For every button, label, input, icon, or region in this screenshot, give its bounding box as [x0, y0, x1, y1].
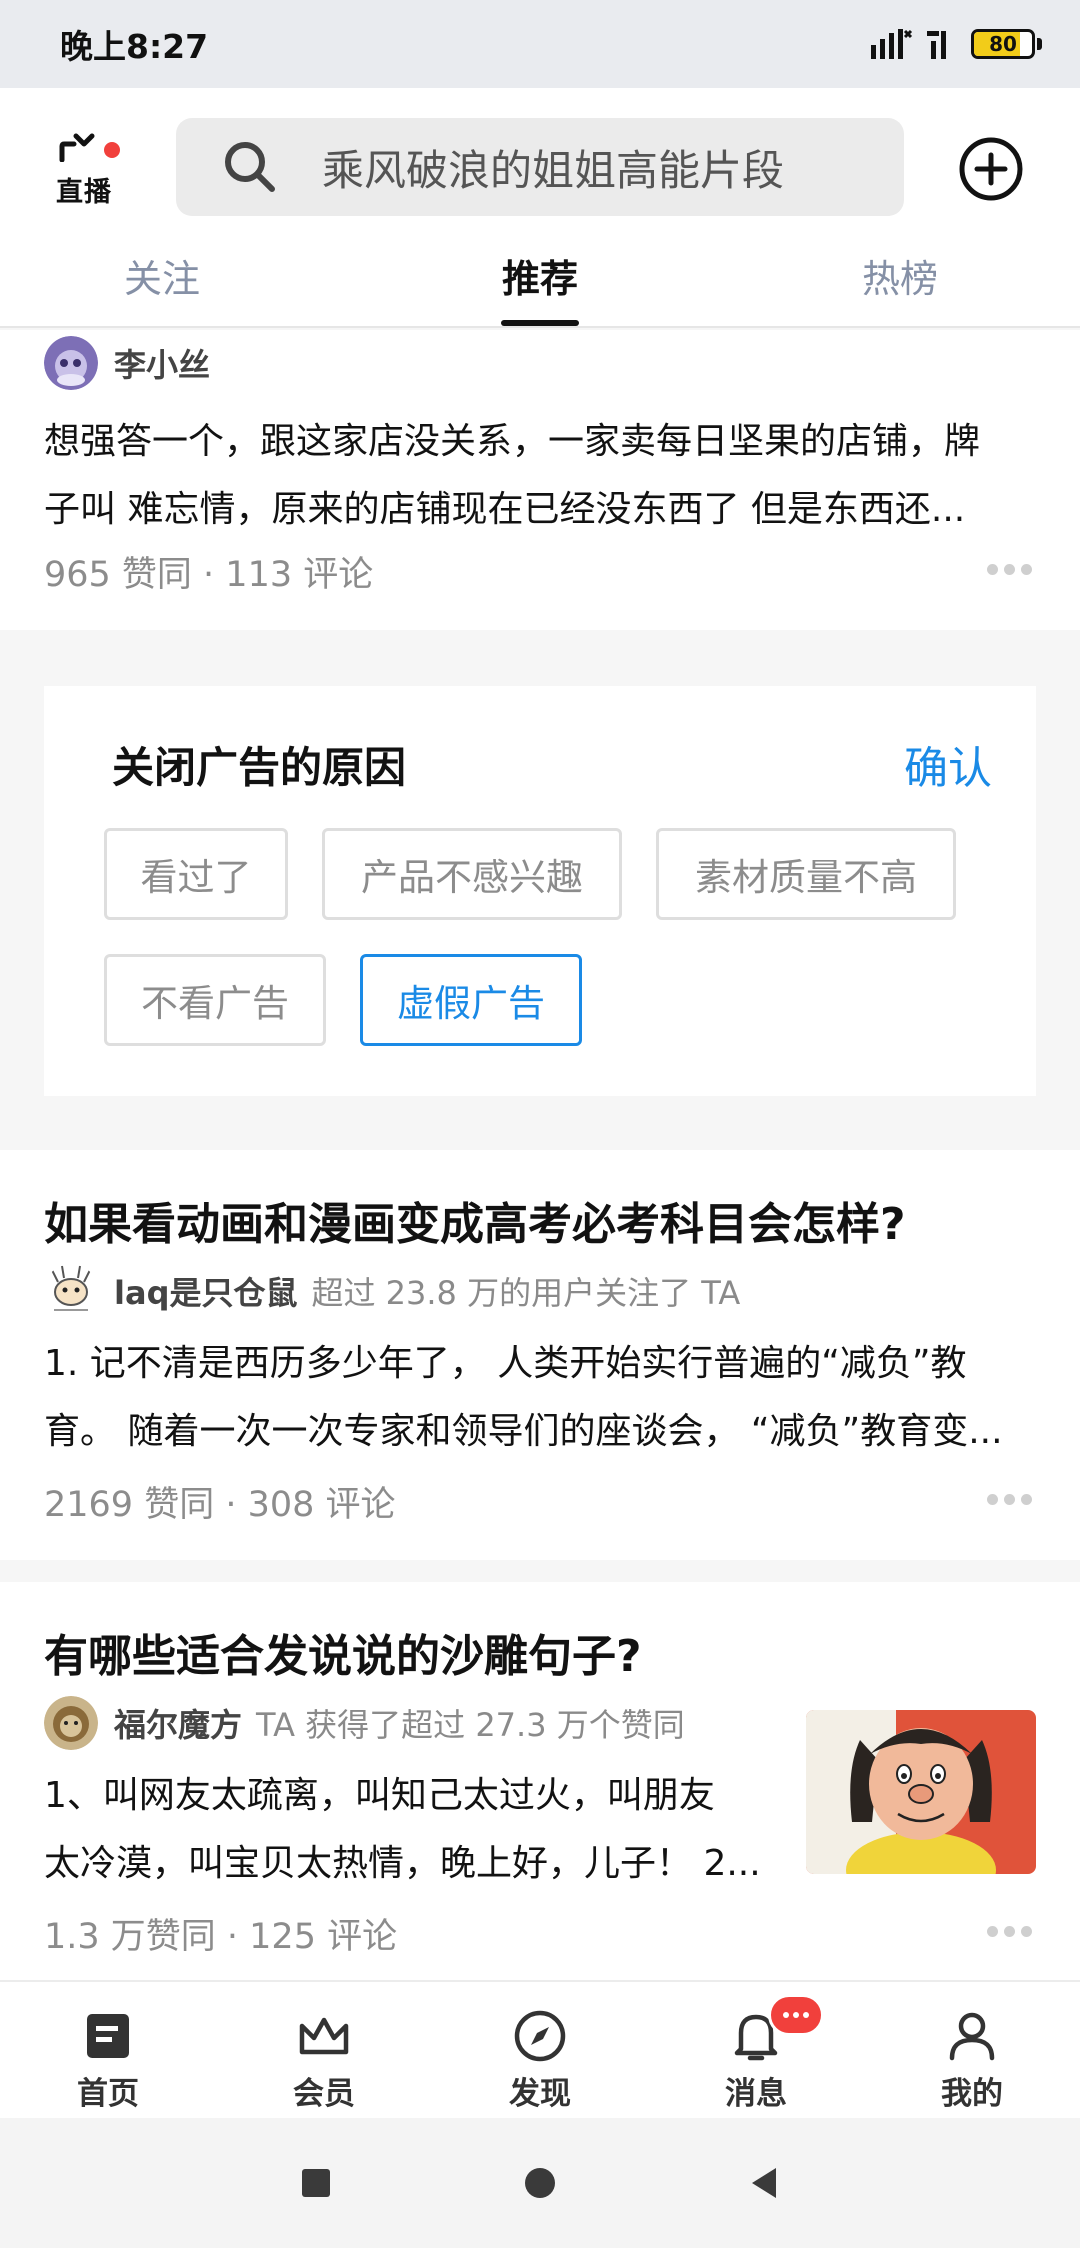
answer-stats: 2169 赞同 · 308 评论 — [44, 1485, 396, 1525]
bottom-navigation: 首页 会员 发现 消息 我的 — [0, 1980, 1080, 2118]
home-doc-icon — [85, 2008, 131, 2064]
feed-card-answer-3[interactable]: 有哪些适合发说说的沙雕句子? 福尔魔方 TA 获得了超过 27.3 万个赞同 1… — [0, 1582, 1080, 1980]
live-button[interactable]: 直播 — [52, 132, 128, 212]
reason-false-ad[interactable]: 虚假广告 — [360, 954, 582, 1046]
reason-low-quality[interactable]: 素材质量不高 — [656, 828, 956, 920]
nav-messages[interactable]: 消息 — [676, 1982, 836, 2120]
back-button[interactable] — [714, 2118, 814, 2248]
avatar[interactable] — [44, 1696, 98, 1750]
author-meta: 超过 23.8 万的用户关注了 TA — [311, 1274, 741, 1312]
plus-circle-icon — [959, 137, 1023, 201]
excerpt-line-2: 子叫 难忘情，原来的店铺现在已经没东西了 但是东西还... — [44, 489, 966, 530]
top-header: 直播 乘风破浪的姐姐高能片段 关注 推荐 热榜 — [0, 88, 1080, 328]
nav-profile-label: 我的 — [941, 2076, 1003, 2112]
nav-messages-label: 消息 — [725, 2076, 787, 2112]
tab-hot-list[interactable]: 热榜 — [800, 238, 1000, 328]
live-dot — [104, 142, 120, 158]
nav-membership-label: 会员 — [293, 2076, 355, 2112]
nav-discover[interactable]: 发现 — [460, 1982, 620, 2120]
author-row[interactable]: laq是只仓鼠 超过 23.8 万的用户关注了 TA — [44, 1264, 740, 1318]
more-options-icon[interactable] — [987, 1494, 1032, 1505]
system-navigation-bar — [0, 2118, 1080, 2248]
live-label: 直播 — [56, 177, 112, 208]
answer-thumbnail[interactable] — [806, 1710, 1036, 1874]
recent-apps-button[interactable] — [266, 2118, 366, 2248]
status-icons: 80 — [869, 27, 1042, 61]
avatar[interactable] — [44, 336, 98, 390]
nav-profile[interactable]: 我的 — [892, 1982, 1052, 2120]
confirm-button[interactable]: 确认 — [904, 732, 992, 796]
square-icon — [302, 2169, 330, 2197]
nav-home[interactable]: 首页 — [28, 1982, 188, 2120]
battery-level: 80 — [989, 32, 1017, 56]
user-icon — [948, 2008, 996, 2064]
answer-excerpt[interactable]: 1、叫网友太疏离，叫知己太过火，叫朋友 太冷漠，叫宝贝太热情，晚上好，儿子！ 2… — [44, 1762, 784, 1898]
tab-follow[interactable]: 关注 — [62, 238, 262, 328]
status-bar: 晚上8:27 80 — [0, 0, 1080, 88]
feed-card-answer-1[interactable]: 李小丝 想强答一个，跟这家店没关系，一家卖每日坚果的店铺，牌 子叫 难忘情，原来… — [0, 330, 1080, 630]
answer-excerpt[interactable]: 想强答一个，跟这家店没关系，一家卖每日坚果的店铺，牌 子叫 难忘情，原来的店铺现… — [44, 408, 1040, 544]
more-options-icon[interactable] — [987, 1926, 1032, 1937]
author-name[interactable]: 福尔魔方 — [114, 1700, 242, 1746]
status-time: 晚上8:27 — [60, 27, 209, 66]
author-row[interactable]: 李小丝 — [44, 336, 210, 390]
battery-icon: 80 — [971, 29, 1035, 59]
tab-recommend[interactable]: 推荐 — [440, 238, 640, 328]
compass-icon — [513, 2008, 567, 2064]
answer-stats: 965 赞同 · 113 评论 — [44, 555, 374, 595]
excerpt-line-1: 想强答一个，跟这家店没关系，一家卖每日坚果的店铺，牌 — [44, 421, 981, 462]
back-triangle-icon — [752, 2168, 776, 2198]
author-row[interactable]: 福尔魔方 TA 获得了超过 27.3 万个赞同 — [44, 1696, 685, 1750]
tv-icon — [59, 133, 95, 162]
author-meta: TA 获得了超过 27.3 万个赞同 — [256, 1706, 685, 1744]
question-title[interactable]: 如果看动画和漫画变成高考必考科目会怎样? — [44, 1188, 906, 1252]
message-badge — [768, 1994, 824, 2036]
tab-bar: 关注 推荐 热榜 — [0, 238, 1080, 328]
search-placeholder: 乘风破浪的姐姐高能片段 — [322, 145, 785, 195]
feed-card-answer-2[interactable]: 如果看动画和漫画变成高考必考科目会怎样? laq是只仓鼠 超过 23.8 万的用… — [0, 1150, 1080, 1560]
excerpt-line-2: 太冷漠，叫宝贝太热情，晚上好，儿子！ 2... — [44, 1843, 761, 1884]
home-button[interactable] — [490, 2118, 590, 2248]
reason-no-ads[interactable]: 不看广告 — [104, 954, 326, 1046]
nav-discover-label: 发现 — [509, 2076, 571, 2112]
nav-home-label: 首页 — [77, 2076, 139, 2112]
circle-icon — [525, 2168, 555, 2198]
question-title[interactable]: 有哪些适合发说说的沙雕句子? — [44, 1620, 642, 1684]
search-icon — [222, 139, 278, 195]
excerpt-line-1: 1. 记不清是西历多少年了， 人类开始实行普遍的“减负”教 — [44, 1343, 967, 1384]
cell-signal-icon — [927, 31, 946, 59]
answer-excerpt[interactable]: 1. 记不清是西历多少年了， 人类开始实行普遍的“减负”教 育。 随着一次一次专… — [44, 1330, 1040, 1466]
excerpt-line-1: 1、叫网友太疏离，叫知己太过火，叫朋友 — [44, 1775, 715, 1816]
author-name[interactable]: 李小丝 — [114, 340, 210, 386]
more-options-icon[interactable] — [987, 564, 1032, 575]
data-signal-icon — [871, 29, 913, 59]
author-name[interactable]: laq是只仓鼠 — [114, 1268, 297, 1314]
close-ad-title: 关闭广告的原因 — [112, 743, 407, 792]
answer-stats: 1.3 万赞同 · 125 评论 — [44, 1917, 398, 1957]
search-bar[interactable]: 乘风破浪的姐姐高能片段 — [176, 118, 904, 216]
crown-icon — [298, 2008, 350, 2064]
excerpt-line-2: 育。 随着一次一次专家和领导们的座谈会， “减负”教育变... — [44, 1411, 1003, 1452]
header-divider — [0, 326, 1080, 328]
nav-membership[interactable]: 会员 — [244, 1982, 404, 2120]
reason-seen-before[interactable]: 看过了 — [104, 828, 288, 920]
reason-not-interested[interactable]: 产品不感兴趣 — [322, 828, 622, 920]
close-ad-reason-panel: 关闭广告的原因 确认 看过了 产品不感兴趣 素材质量不高 不看广告 虚假广告 — [44, 686, 1036, 1096]
add-button[interactable] — [958, 136, 1024, 202]
avatar[interactable] — [44, 1264, 98, 1318]
